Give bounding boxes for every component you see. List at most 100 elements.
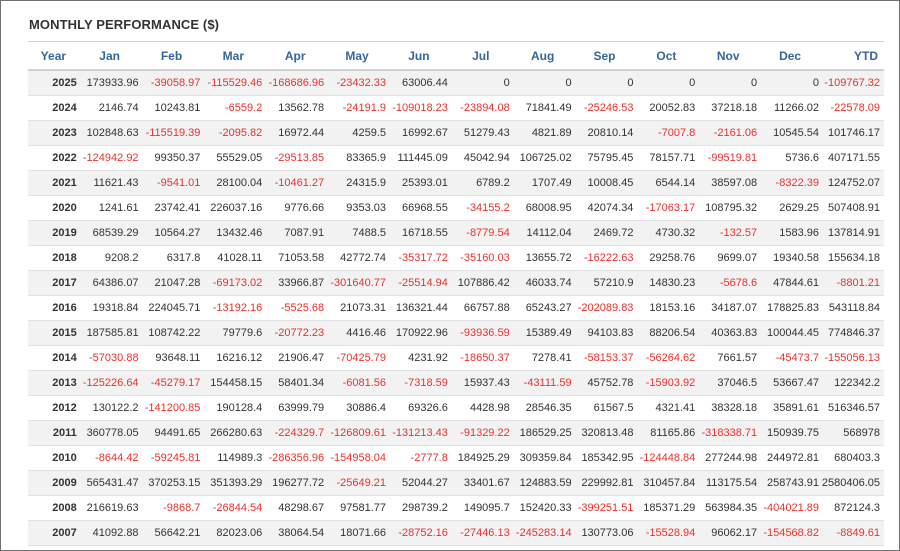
month-value-cell: 19318.84: [78, 295, 141, 321]
month-value-cell: -8644.42: [78, 445, 141, 471]
column-header-feb: Feb: [140, 41, 203, 71]
month-value-cell: 107886.42: [449, 270, 512, 296]
month-value-cell: 184925.29: [449, 445, 512, 471]
month-value-cell: 563984.35: [697, 495, 760, 521]
column-header-sep: Sep: [573, 41, 636, 71]
month-value-cell: 96062.17: [697, 520, 760, 546]
month-value-cell: -5678.6: [697, 270, 760, 296]
month-value-cell: -24191.9: [326, 95, 388, 121]
month-value-cell: -25514.94: [388, 270, 450, 296]
month-value-cell: 34187.07: [697, 295, 760, 321]
year-cell: 2012: [28, 395, 79, 421]
month-value-cell: 88206.54: [635, 320, 698, 346]
month-value-cell: 24315.9: [326, 170, 388, 196]
ytd-cell: 872124.3: [821, 495, 884, 521]
column-header-may: May: [326, 41, 388, 71]
month-value-cell: 351393.29: [202, 470, 265, 496]
month-value-cell: 15937.43: [449, 370, 512, 396]
table-row: 2015 187585.81 108742.22 79779.6 -20772.23 44…: [28, 320, 884, 346]
month-value-cell: 111445.09: [388, 145, 450, 171]
month-value-cell: 66968.55: [388, 195, 450, 221]
month-value-cell: 13562.78: [264, 95, 327, 121]
month-value-cell: 370253.15: [140, 470, 203, 496]
month-value-cell: -5525.68: [264, 295, 327, 321]
month-value-cell: 38597.08: [697, 170, 760, 196]
month-value-cell: -131213.43: [388, 420, 450, 446]
table-row: 2020 1241.61 23742.41 226037.16 9776.66 9353.…: [28, 195, 884, 221]
month-value-cell: 63006.44: [388, 70, 450, 96]
month-value-cell: 108742.22: [140, 320, 203, 346]
month-value-cell: 20052.83: [635, 95, 698, 121]
month-value-cell: 11621.43: [78, 170, 141, 196]
month-value-cell: 33401.67: [449, 470, 512, 496]
month-value-cell: 9776.66: [264, 195, 327, 221]
month-value-cell: 190128.4: [202, 395, 265, 421]
month-value-cell: 196277.72: [264, 470, 327, 496]
month-value-cell: 266280.63: [202, 420, 265, 446]
month-value-cell: 6544.14: [635, 170, 698, 196]
month-value-cell: -115529.46: [202, 70, 265, 96]
year-cell: 2020: [28, 195, 79, 221]
column-header-mar: Mar: [202, 41, 265, 71]
month-value-cell: 61567.5: [573, 395, 636, 421]
ytd-cell: -22578.09: [821, 95, 884, 121]
ytd-cell: 543118.84: [821, 295, 884, 321]
month-value-cell: -404021.89: [759, 495, 822, 521]
month-value-cell: 0: [573, 70, 636, 96]
table-header: Year Jan Feb Mar Apr May Jun Jul Aug Sep Oct Nov Dec…: [28, 41, 884, 71]
month-value-cell: -115519.39: [140, 120, 203, 146]
month-value-cell: 28100.04: [202, 170, 265, 196]
year-cell: 2008: [28, 495, 79, 521]
table-row: 2007 41092.88 56642.21 82023.06 38064.54 1807…: [28, 520, 884, 546]
month-value-cell: 2629.25: [759, 195, 822, 221]
month-value-cell: 48298.67: [264, 495, 327, 521]
month-value-cell: 185371.29: [635, 495, 698, 521]
month-value-cell: -141200.85: [140, 395, 203, 421]
month-value-cell: 130773.06: [573, 520, 636, 546]
ytd-cell: -109767.32: [821, 70, 884, 96]
month-value-cell: -23432.33: [326, 70, 388, 96]
month-value-cell: 185342.95: [573, 445, 636, 471]
month-value-cell: -25246.53: [573, 95, 636, 121]
month-value-cell: 93648.11: [140, 345, 203, 371]
month-value-cell: 6789.2: [449, 170, 512, 196]
month-value-cell: 18071.66: [326, 520, 388, 546]
month-value-cell: 56642.21: [140, 520, 203, 546]
month-value-cell: -15903.92: [635, 370, 698, 396]
month-value-cell: 45042.94: [449, 145, 512, 171]
month-value-cell: 2146.74: [78, 95, 141, 121]
month-value-cell: 114989.3: [202, 445, 265, 471]
month-value-cell: -26844.54: [202, 495, 265, 521]
table-row: 2018 9208.2 6317.8 41028.11 71053.58 42772.74…: [28, 245, 884, 271]
month-value-cell: 78157.71: [635, 145, 698, 171]
month-value-cell: 10008.45: [573, 170, 636, 196]
month-value-cell: -7007.8: [635, 120, 698, 146]
month-value-cell: 11266.02: [759, 95, 822, 121]
month-value-cell: 37218.18: [697, 95, 760, 121]
month-value-cell: 9353.03: [326, 195, 388, 221]
month-value-cell: -154958.04: [326, 445, 388, 471]
month-value-cell: -8779.54: [449, 220, 512, 246]
column-header-year: Year: [28, 41, 79, 71]
month-value-cell: -2161.06: [697, 120, 760, 146]
month-value-cell: 82023.06: [202, 520, 265, 546]
monthly-performance-table: Year Jan Feb Mar Apr May Jun Jul Aug Sep Oct Nov Dec…: [28, 41, 884, 546]
month-value-cell: 25393.01: [388, 170, 450, 196]
column-header-ytd: YTD: [821, 41, 884, 71]
month-value-cell: -58153.37: [573, 345, 636, 371]
month-value-cell: 258743.91: [759, 470, 822, 496]
month-value-cell: 4231.92: [388, 345, 450, 371]
month-value-cell: 46033.74: [511, 270, 574, 296]
month-value-cell: 21047.28: [140, 270, 203, 296]
month-value-cell: 37046.5: [697, 370, 760, 396]
month-value-cell: -154568.82: [759, 520, 822, 546]
month-value-cell: 5736.6: [759, 145, 822, 171]
month-value-cell: 150939.75: [759, 420, 822, 446]
table-row: 2021 11621.43 -9541.01 28100.04 -10461.27 243…: [28, 170, 884, 196]
ytd-cell: -8801.21: [821, 270, 884, 296]
month-value-cell: 4416.46: [326, 320, 388, 346]
year-cell: 2018: [28, 245, 79, 271]
month-value-cell: 75795.45: [573, 145, 636, 171]
performance-panel: MONTHLY PERFORMANCE ($) Year Jan Feb Mar Apr…: [0, 0, 900, 551]
month-value-cell: 58401.34: [264, 370, 327, 396]
